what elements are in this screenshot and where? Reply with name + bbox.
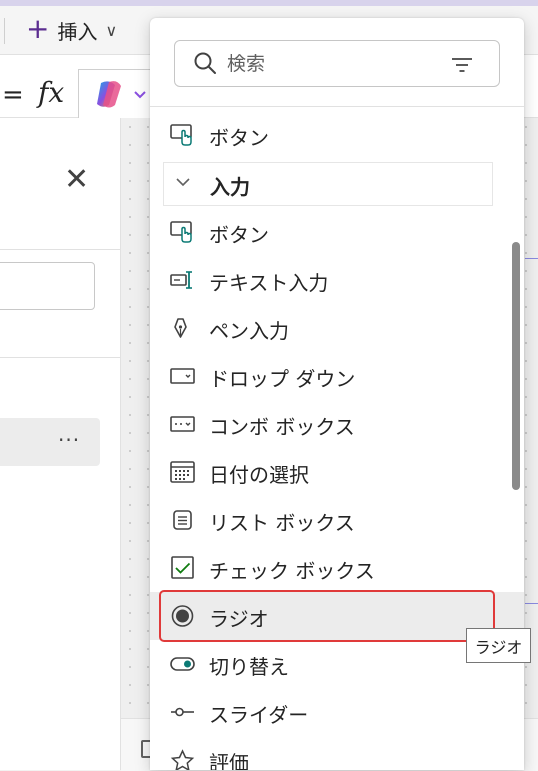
filter-icon[interactable]	[451, 55, 473, 75]
list-item-rating[interactable]: 評価	[150, 736, 524, 770]
list-item-label: テキスト入力	[209, 271, 329, 295]
insert-button[interactable]: + 挿入 ∨	[10, 12, 150, 48]
insert-label: 挿入	[57, 19, 98, 44]
list-item-label: スライダー	[209, 703, 309, 727]
group-label: 入力	[210, 175, 250, 199]
search-icon	[194, 52, 216, 74]
rating-icon	[170, 748, 196, 770]
list-item-slider[interactable]: スライダー	[150, 688, 524, 736]
list-item-button[interactable]: ボタン	[150, 208, 524, 256]
divider	[0, 249, 120, 250]
list-item-text-input[interactable]: テキスト入力	[150, 256, 524, 304]
canvas-guide-line	[525, 603, 538, 604]
list-item-label: 切り替え	[209, 655, 289, 679]
list-item-pen-input[interactable]: ペン入力	[150, 304, 524, 352]
calendar-icon	[170, 460, 196, 484]
list-item-label: ドロップ ダウン	[209, 367, 356, 391]
panel-scrollbar[interactable]	[512, 242, 520, 490]
list-item-checkbox[interactable]: チェック ボックス	[150, 544, 524, 592]
close-icon[interactable]: ✕	[64, 162, 89, 197]
list-item-label: ボタン	[209, 126, 269, 150]
checkbox-icon	[170, 556, 196, 580]
tooltip: ラジオ	[466, 628, 531, 663]
slider-icon	[170, 700, 196, 724]
pen-icon	[170, 316, 196, 340]
list-item-label: 評価	[209, 751, 249, 770]
group-header-input[interactable]: 入力	[163, 162, 493, 206]
chevron-down-icon	[176, 178, 190, 187]
more-options-icon[interactable]: ···	[58, 428, 80, 452]
list-item-label: ボタン	[209, 223, 269, 247]
dropdown-icon	[170, 364, 196, 388]
list-item-combobox[interactable]: コンボ ボックス	[150, 400, 524, 448]
list-item-label: 日付の選択	[209, 463, 309, 487]
selection-highlight	[159, 590, 495, 642]
fx-icon[interactable]: fx	[38, 76, 64, 109]
text-input-icon	[170, 268, 196, 292]
divider	[0, 357, 120, 358]
ribbon-separator	[4, 18, 5, 44]
list-item-listbox[interactable]: リスト ボックス	[150, 496, 524, 544]
list-item-label: ペン入力	[209, 319, 289, 343]
chevron-down-icon: ∨	[105, 20, 118, 40]
copilot-icon	[97, 81, 146, 108]
toggle-icon	[170, 652, 196, 676]
plus-icon: +	[26, 11, 50, 45]
list-item-dropdown[interactable]: ドロップ ダウン	[150, 352, 524, 400]
list-item-button-top[interactable]: ボタン	[150, 111, 524, 159]
listbox-icon	[170, 508, 196, 532]
canvas-guide-line	[525, 258, 538, 259]
button-touch-icon	[170, 220, 196, 244]
search-input[interactable]	[227, 51, 442, 77]
equals-sign: =	[2, 80, 24, 110]
panel-divider	[150, 106, 524, 107]
copilot-button[interactable]	[78, 69, 158, 119]
button-touch-icon	[170, 123, 196, 147]
list-item-label: コンボ ボックス	[209, 415, 355, 439]
combobox-icon	[170, 412, 196, 436]
list-item-label: リスト ボックス	[209, 511, 355, 535]
left-pane-input[interactable]	[0, 262, 95, 310]
list-item-date-picker[interactable]: 日付の選択	[150, 448, 524, 496]
left-pane-selected-item[interactable]	[0, 418, 100, 466]
search-box[interactable]	[174, 40, 500, 87]
list-item-label: チェック ボックス	[209, 559, 375, 583]
